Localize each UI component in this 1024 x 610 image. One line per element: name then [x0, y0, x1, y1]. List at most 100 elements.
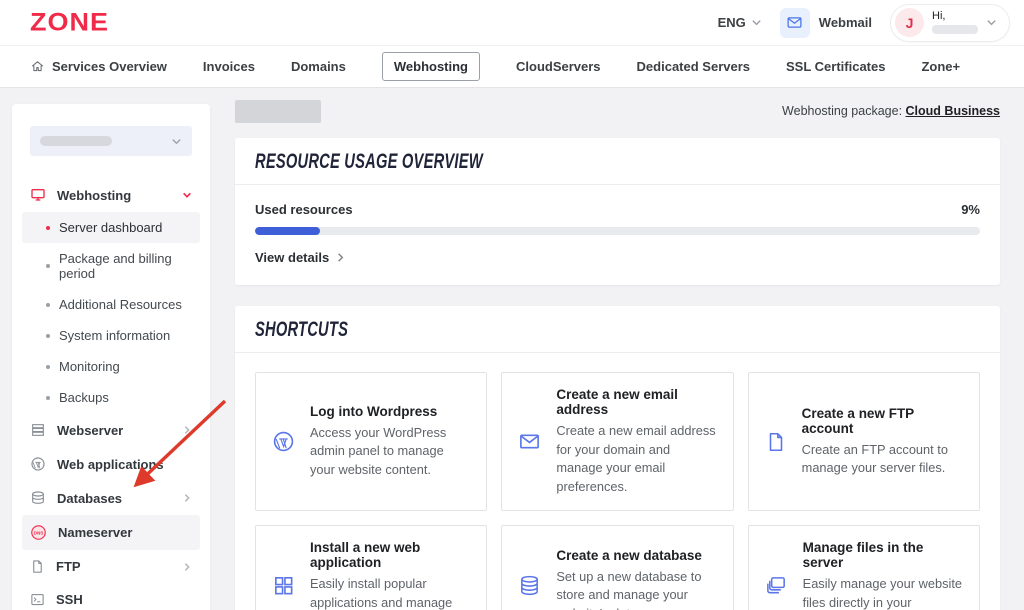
sidebar-item-label: Databases: [57, 491, 122, 506]
shortcut-title: Manage files in the server: [803, 540, 963, 570]
tab-ssl-certificates[interactable]: SSL Certificates: [786, 59, 885, 74]
sidebar-item-ssh[interactable]: SSH: [22, 583, 200, 610]
sidebar: Webhosting Server dashboard Package and …: [12, 104, 210, 610]
webhosting-package-info: Webhosting package: Cloud Business: [782, 104, 1000, 118]
sidebar-item-label: Server dashboard: [59, 220, 162, 235]
shortcut-card-new-database[interactable]: Create a new database Set up a new datab…: [501, 525, 733, 610]
shortcut-description: Easily install popular applications and …: [310, 575, 470, 610]
sidebar-item-system-information[interactable]: System information: [22, 320, 200, 351]
shortcut-card-manage-files[interactable]: Manage files in the server Easily manage…: [748, 525, 980, 610]
tab-domains[interactable]: Domains: [291, 59, 346, 74]
sidebar-item-label: Nameserver: [58, 525, 132, 540]
sidebar-item-label: Webserver: [57, 423, 123, 438]
sidebar-item-label: Web applications: [57, 457, 164, 472]
content-header: Webhosting package: Cloud Business: [235, 96, 1000, 126]
shortcut-title: Create a new FTP account: [802, 406, 963, 436]
shortcut-title: Create a new email address: [556, 387, 716, 417]
server-icon: [30, 422, 46, 438]
sidebar-item-nameserver[interactable]: DNS Nameserver: [22, 515, 200, 550]
tab-label: Invoices: [203, 59, 255, 74]
package-label: Webhosting package:: [782, 104, 902, 118]
resource-usage-body: Used resources 9% View details: [235, 185, 1000, 285]
usage-percent: 9%: [961, 202, 980, 217]
shortcut-description: Create a new email address for your doma…: [556, 422, 716, 496]
zone-logo[interactable]: zone: [30, 8, 109, 37]
database-icon: [30, 490, 46, 506]
shortcut-text: Create a new email address Create a new …: [556, 387, 716, 496]
sidebar-item-label: Webhosting: [57, 188, 131, 203]
webmail-label: Webmail: [819, 15, 872, 30]
sidebar-item-label: Monitoring: [59, 359, 120, 374]
used-resources-label: Used resources: [255, 202, 353, 217]
sidebar-item-webhosting[interactable]: Webhosting: [22, 178, 200, 212]
shortcuts-grid: Log into Wordpress Access your WordPress…: [235, 353, 1000, 610]
sidebar-item-databases[interactable]: Databases: [22, 481, 200, 515]
sidebar-item-monitoring[interactable]: Monitoring: [22, 351, 200, 382]
shortcut-card-new-email[interactable]: Create a new email address Create a new …: [501, 372, 733, 511]
view-details-label: View details: [255, 250, 329, 265]
tab-label: Services Overview: [52, 59, 167, 74]
main-navigation: Services Overview Invoices Domains Webho…: [0, 46, 1024, 88]
domain-select[interactable]: [30, 126, 192, 156]
sidebar-item-ftp[interactable]: FTP: [22, 550, 200, 583]
webmail-envelope-icon: [780, 8, 810, 38]
file-icon: [765, 431, 787, 453]
tab-services-overview[interactable]: Services Overview: [30, 59, 167, 74]
chevron-down-icon: [986, 17, 997, 28]
dns-icon: DNS: [30, 524, 47, 541]
tab-label: Zone+: [921, 59, 960, 74]
shortcut-description: Set up a new database to store and manag…: [556, 568, 716, 610]
shortcut-card-new-ftp[interactable]: Create a new FTP account Create an FTP a…: [748, 372, 980, 511]
sidebar-item-label: Additional Resources: [59, 297, 182, 312]
main-content: Webhosting package: Cloud Business Resou…: [235, 96, 1000, 610]
shortcut-description: Access your WordPress admin panel to man…: [310, 424, 470, 480]
user-greeting: Hi,: [932, 11, 978, 22]
bullet-icon: [46, 365, 50, 369]
resource-usage-card: Resource Usage Overview Used resources 9…: [235, 138, 1000, 285]
shortcut-description: Easily manage your website files directl…: [803, 575, 963, 610]
file-icon: [30, 559, 45, 574]
tab-webhosting[interactable]: Webhosting: [382, 52, 480, 81]
package-link[interactable]: Cloud Business: [906, 104, 1000, 118]
bullet-icon: [46, 264, 50, 268]
wordpress-icon: [272, 430, 295, 453]
view-details-link[interactable]: View details: [255, 250, 980, 265]
language-selector[interactable]: ENG: [718, 15, 762, 30]
grid-icon: [272, 574, 295, 597]
chevron-right-icon: [182, 493, 192, 503]
redacted-domain-value: [40, 136, 112, 146]
bullet-icon: [46, 396, 50, 400]
language-label: ENG: [718, 15, 746, 30]
files-icon: [765, 574, 788, 597]
tab-cloudservers[interactable]: CloudServers: [516, 59, 601, 74]
webmail-button[interactable]: Webmail: [780, 8, 872, 38]
tab-invoices[interactable]: Invoices: [203, 59, 255, 74]
tab-label: Domains: [291, 59, 346, 74]
tab-label: Dedicated Servers: [637, 59, 750, 74]
sidebar-item-server-dashboard[interactable]: Server dashboard: [22, 212, 200, 243]
sidebar-item-web-applications[interactable]: Web applications: [22, 447, 200, 481]
bullet-icon: [46, 303, 50, 307]
envelope-icon: [518, 430, 541, 453]
monitor-icon: [30, 187, 46, 203]
tab-zone-plus[interactable]: Zone+: [921, 59, 960, 74]
shortcut-text: Create a new database Set up a new datab…: [556, 548, 716, 610]
avatar: J: [895, 8, 924, 37]
chevron-down-icon: [171, 136, 182, 147]
top-header: zone ENG Webmail J Hi,: [0, 0, 1024, 46]
shortcuts-title: Shortcuts: [255, 318, 348, 342]
sidebar-item-webserver[interactable]: Webserver: [22, 413, 200, 447]
sidebar-item-label: SSH: [56, 592, 83, 607]
redacted-username: [932, 25, 978, 34]
sidebar-item-additional-resources[interactable]: Additional Resources: [22, 289, 200, 320]
shortcut-card-install-web-app[interactable]: Install a new web application Easily ins…: [255, 525, 487, 610]
sidebar-item-backups[interactable]: Backups: [22, 382, 200, 413]
sidebar-item-package-and-billing-period[interactable]: Package and billing period: [22, 243, 200, 289]
user-menu[interactable]: J Hi,: [890, 4, 1010, 42]
chevron-down-icon: [751, 17, 762, 28]
shortcut-text: Log into Wordpress Access your WordPress…: [310, 404, 470, 480]
shortcut-card-wordpress-login[interactable]: Log into Wordpress Access your WordPress…: [255, 372, 487, 511]
user-text: Hi,: [932, 11, 978, 34]
shortcut-description: Create an FTP account to manage your ser…: [802, 441, 963, 478]
tab-dedicated-servers[interactable]: Dedicated Servers: [637, 59, 750, 74]
